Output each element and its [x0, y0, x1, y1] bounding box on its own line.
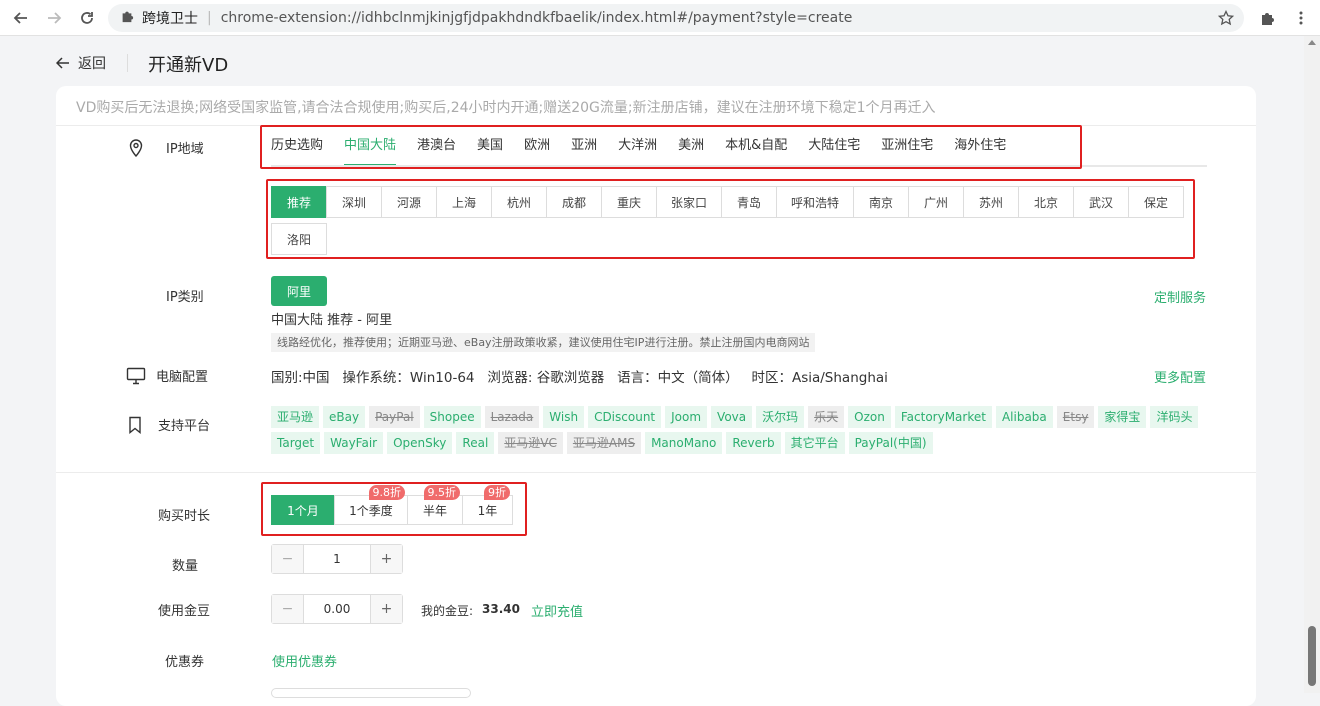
- menu-dots-icon[interactable]: [1290, 7, 1312, 29]
- bookmark-icon: [129, 416, 141, 434]
- platform-tag: 亚马逊VC: [498, 432, 563, 454]
- platforms-label: 支持平台: [128, 415, 210, 434]
- platform-tag: Target: [271, 432, 321, 454]
- use-coupon-link[interactable]: 使用优惠券: [272, 651, 337, 670]
- scrollbar[interactable]: [1304, 36, 1320, 693]
- location-pin-icon: [129, 138, 143, 157]
- quantity-minus-button[interactable]: −: [272, 545, 303, 573]
- platform-tag: Ozon: [848, 406, 891, 428]
- purchase-notice: VD购买后无法退换;网络受国家监管,请合法合规使用;购买后,24小时内开通;赠送…: [76, 100, 936, 116]
- platform-tag: PayPal(中国): [848, 432, 933, 454]
- scrollbar-thumb[interactable]: [1308, 626, 1316, 686]
- highlight-box: [266, 179, 1195, 259]
- quantity-label: 数量: [172, 559, 199, 574]
- url-separator: |: [207, 10, 212, 26]
- gold-minus-button[interactable]: −: [272, 595, 303, 623]
- quantity-plus-button[interactable]: +: [371, 545, 402, 573]
- platform-tag: Lazada: [484, 406, 540, 428]
- platform-tag: 亚马逊AMS: [566, 432, 642, 454]
- extensions-icon[interactable]: [1256, 7, 1278, 29]
- ip-region-label: IP地域: [128, 138, 204, 157]
- platform-tag: Shopee: [423, 406, 481, 428]
- back-arrow-icon: [56, 57, 69, 69]
- platform-tag: 洋码头: [1150, 406, 1199, 428]
- platform-tags: 亚马逊 eBay PayPal Shopee Lazada Wish CDiscount Jo…: [271, 406, 1211, 458]
- back-arrow-icon[interactable]: [10, 7, 32, 29]
- pc-config-label-text: 电脑配置: [156, 370, 209, 385]
- ip-hint: 线路经优化，推荐使用；近期亚马逊、eBay注册政策收紧，建议使用住宅IP进行注册…: [271, 333, 816, 352]
- highlight-box: [260, 125, 1082, 169]
- back-button[interactable]: 返回: [56, 53, 106, 73]
- my-gold-label: 我的金豆:: [421, 604, 474, 618]
- platform-tag: 家得宝: [1098, 406, 1147, 428]
- platform-tag: eBay: [323, 406, 366, 428]
- browser-toolbar: 跨境卫士 | chrome-extension://idhbclnmjkinjg…: [0, 0, 1320, 36]
- more-config-link[interactable]: 更多配置: [1154, 367, 1206, 386]
- gold-input[interactable]: 0.00: [303, 595, 371, 623]
- platform-tag: Reverb: [726, 432, 781, 454]
- divider: [56, 472, 1256, 473]
- highlight-box: [261, 482, 527, 536]
- monitor-icon: [126, 367, 146, 384]
- extension-name: 跨境卫士: [142, 11, 198, 27]
- recharge-link[interactable]: 立即充值: [531, 601, 583, 620]
- gold-plus-button[interactable]: +: [371, 595, 402, 623]
- platform-tag: Alibaba: [995, 406, 1053, 428]
- platform-tag: CDiscount: [588, 406, 662, 428]
- platform-tag: 乐天: [808, 406, 845, 428]
- pc-config-label: 电脑配置: [126, 366, 208, 385]
- platform-tag: Vova: [711, 406, 753, 428]
- page-title: 开通新VD: [148, 55, 229, 76]
- ip-summary: 中国大陆 推荐 - 阿里: [271, 313, 393, 328]
- platform-tag: FactoryMarket: [894, 406, 992, 428]
- next-field: [271, 688, 471, 698]
- platform-tag: WayFair: [324, 432, 384, 454]
- page-header: 返回 开通新VD: [0, 36, 1304, 86]
- platform-tag: Joom: [665, 406, 708, 428]
- reload-icon[interactable]: [76, 7, 98, 29]
- url-text[interactable]: chrome-extension://idhbclnmjkinjgfjdpakh…: [221, 10, 853, 26]
- gold-stepper: − 0.00 +: [271, 594, 403, 624]
- puzzle-icon: [120, 9, 134, 27]
- ip-type-label: IP类别: [166, 290, 204, 305]
- back-label: 返回: [78, 56, 106, 72]
- scroll-up-icon[interactable]: [1308, 40, 1316, 45]
- duration-label: 购买时长: [158, 509, 211, 524]
- quantity-input[interactable]: 1: [303, 545, 371, 573]
- platform-tag: 其它平台: [784, 432, 845, 454]
- custom-service-link[interactable]: 定制服务: [1154, 287, 1206, 306]
- address-bar[interactable]: 跨境卫士 | chrome-extension://idhbclnmjkinjg…: [108, 4, 1244, 32]
- platform-tag: 亚马逊: [271, 406, 320, 428]
- platform-tag: Wish: [543, 406, 585, 428]
- bookmark-star-icon[interactable]: [1215, 7, 1237, 29]
- platform-tag: PayPal: [369, 406, 420, 428]
- ip-region-label-text: IP地域: [166, 142, 204, 157]
- pc-config-value: 国别:中国 操作系统：Win10-64 浏览器: 谷歌浏览器 语言：中文（简体）…: [271, 370, 888, 386]
- platform-tag: OpenSky: [387, 432, 453, 454]
- platform-tag: ManoMano: [645, 432, 723, 454]
- platform-tag: Real: [456, 432, 495, 454]
- forward-arrow-icon[interactable]: [43, 7, 65, 29]
- platform-tag: 沃尔玛: [756, 406, 805, 428]
- gold-label: 使用金豆: [158, 604, 211, 619]
- my-gold-value: 33.40: [482, 602, 520, 616]
- quantity-stepper: − 1 +: [271, 544, 403, 574]
- platforms-label-text: 支持平台: [158, 419, 211, 434]
- header-divider: [127, 54, 128, 72]
- platform-tag: Etsy: [1056, 406, 1095, 428]
- coupon-label: 优惠券: [165, 655, 205, 670]
- ip-type-option[interactable]: 阿里: [271, 276, 327, 306]
